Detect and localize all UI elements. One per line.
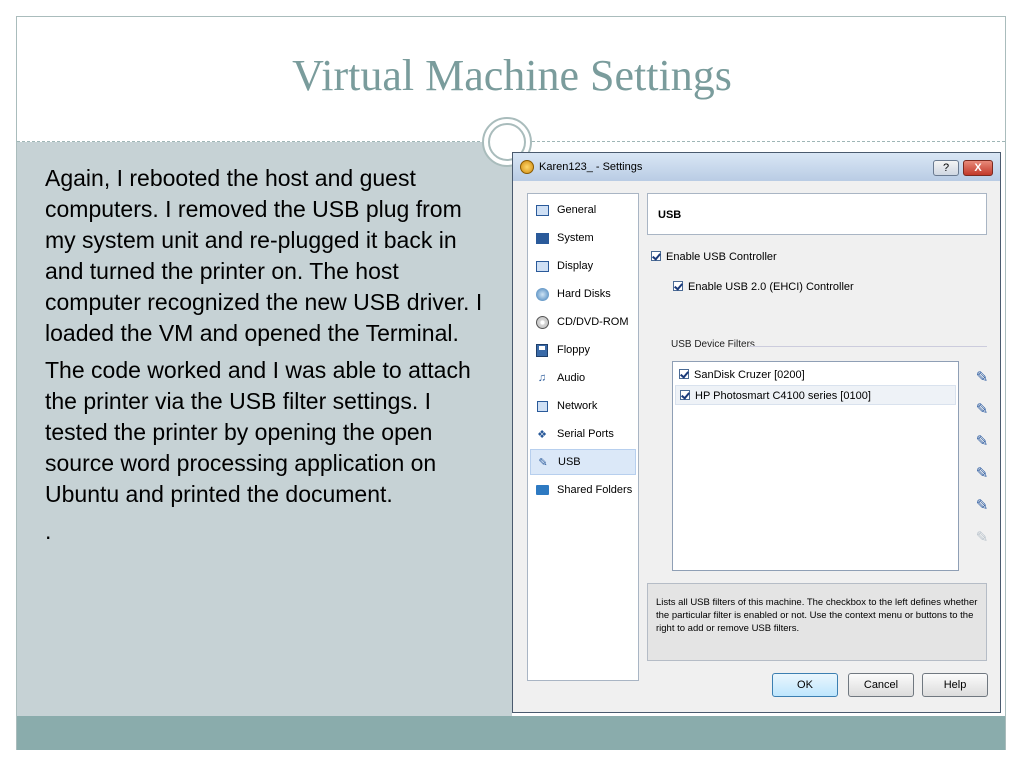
- add-filter-from-device-icon[interactable]: ✎: [975, 401, 989, 419]
- sidebar-item-network[interactable]: Network: [530, 393, 636, 419]
- paragraph-1: Again, I rebooted the host and guest com…: [45, 165, 483, 346]
- checkbox-checked[interactable]: [679, 369, 689, 379]
- usb-device-filters-label: USB Device Filters: [671, 339, 755, 350]
- sidebar-item-shared-folders[interactable]: Shared Folders: [530, 477, 636, 503]
- settings-dialog: Karen123_ - Settings ? X General System …: [512, 152, 1001, 713]
- move-filter-down-icon: ✎: [975, 529, 989, 546]
- help-title-button[interactable]: ?: [933, 160, 959, 176]
- sidebar-item-display[interactable]: Display: [530, 253, 636, 279]
- shared-folders-icon: [535, 483, 549, 497]
- sidebar-item-general[interactable]: General: [530, 197, 636, 223]
- usb-icon: ✎: [538, 456, 548, 469]
- move-filter-up-icon[interactable]: ✎: [975, 497, 989, 515]
- group-divider: [749, 346, 987, 347]
- dialog-title: Karen123_ - Settings: [539, 161, 643, 173]
- filter-label: HP Photosmart C4100 series [0100]: [695, 390, 871, 402]
- usb-page-header: USB: [647, 193, 987, 235]
- sidebar-item-serial-ports[interactable]: ❖ Serial Ports: [530, 421, 636, 447]
- hard-disk-icon: [535, 287, 549, 301]
- sidebar-item-cd-dvd[interactable]: CD/DVD-ROM: [530, 309, 636, 335]
- sidebar-item-label: System: [557, 232, 594, 244]
- remove-filter-icon[interactable]: ✎: [975, 465, 989, 483]
- cd-icon: [535, 315, 549, 329]
- dialog-titlebar[interactable]: Karen123_ - Settings ? X: [513, 153, 1000, 181]
- checkbox-checked[interactable]: [680, 390, 690, 400]
- paragraph-2: The code worked and I was able to attach…: [45, 357, 471, 507]
- sidebar-item-label: Audio: [557, 372, 586, 384]
- enable-usb-controller-label: Enable USB Controller: [666, 251, 777, 263]
- sidebar-item-audio[interactable]: ♫ Audio: [530, 365, 636, 391]
- network-icon: [535, 399, 549, 413]
- enable-usb2-label: Enable USB 2.0 (EHCI) Controller: [688, 281, 854, 293]
- audio-icon: ♫: [537, 372, 547, 384]
- paragraph-3: .: [45, 518, 52, 544]
- sidebar-item-label: USB: [558, 456, 581, 468]
- sidebar-item-usb[interactable]: ✎ USB: [530, 449, 636, 475]
- info-description: Lists all USB filters of this machine. T…: [647, 583, 987, 661]
- system-icon: [535, 231, 549, 245]
- checkbox-checked[interactable]: [673, 281, 683, 291]
- dialog-body: General System Display Hard Disks CD/DVD…: [519, 183, 994, 708]
- settings-sidebar: General System Display Hard Disks CD/DVD…: [527, 193, 639, 681]
- serial-ports-icon: ❖: [537, 428, 547, 441]
- usb-settings-panel: USB Enable USB Controller Enable USB 2.0…: [647, 193, 989, 697]
- ok-button[interactable]: OK: [772, 673, 838, 697]
- display-icon: [535, 259, 549, 273]
- sidebar-item-label: Floppy: [557, 344, 591, 356]
- sidebar-item-floppy[interactable]: Floppy: [530, 337, 636, 363]
- add-empty-filter-icon[interactable]: ✎: [975, 369, 989, 387]
- edit-filter-icon[interactable]: ✎: [975, 433, 989, 451]
- sidebar-item-label: Serial Ports: [557, 428, 614, 440]
- filter-label: SanDisk Cruzer [0200]: [694, 369, 805, 381]
- sidebar-item-label: Hard Disks: [557, 288, 611, 300]
- sidebar-item-label: Network: [557, 400, 598, 412]
- sidebar-item-label: CD/DVD-ROM: [557, 316, 629, 328]
- slide-title: Virtual Machine Settings: [292, 51, 732, 100]
- sidebar-item-label: General: [557, 204, 597, 216]
- footer-bar: [17, 716, 1005, 750]
- enable-usb2-checkbox[interactable]: Enable USB 2.0 (EHCI) Controller: [673, 281, 854, 293]
- enable-usb-controller-checkbox[interactable]: Enable USB Controller: [651, 251, 777, 263]
- app-icon: [520, 160, 534, 174]
- sidebar-item-label: Display: [557, 260, 594, 272]
- list-item[interactable]: HP Photosmart C4100 series [0100]: [675, 385, 956, 405]
- slide-body: Again, I rebooted the host and guest com…: [45, 163, 485, 553]
- general-icon: [535, 203, 549, 217]
- cancel-button[interactable]: Cancel: [848, 673, 914, 697]
- usb-filter-list[interactable]: SanDisk Cruzer [0200] HP Photosmart C410…: [672, 361, 959, 571]
- usb-page-title: USB: [658, 209, 682, 221]
- close-button[interactable]: X: [963, 160, 993, 176]
- list-item[interactable]: SanDisk Cruzer [0200]: [679, 365, 805, 385]
- sidebar-item-hard-disks[interactable]: Hard Disks: [530, 281, 636, 307]
- sidebar-item-label: Shared Folders: [557, 484, 633, 496]
- checkbox-checked[interactable]: [651, 251, 661, 261]
- help-button[interactable]: Help: [922, 673, 988, 697]
- sidebar-item-system[interactable]: System: [530, 225, 636, 251]
- floppy-icon: [535, 343, 549, 357]
